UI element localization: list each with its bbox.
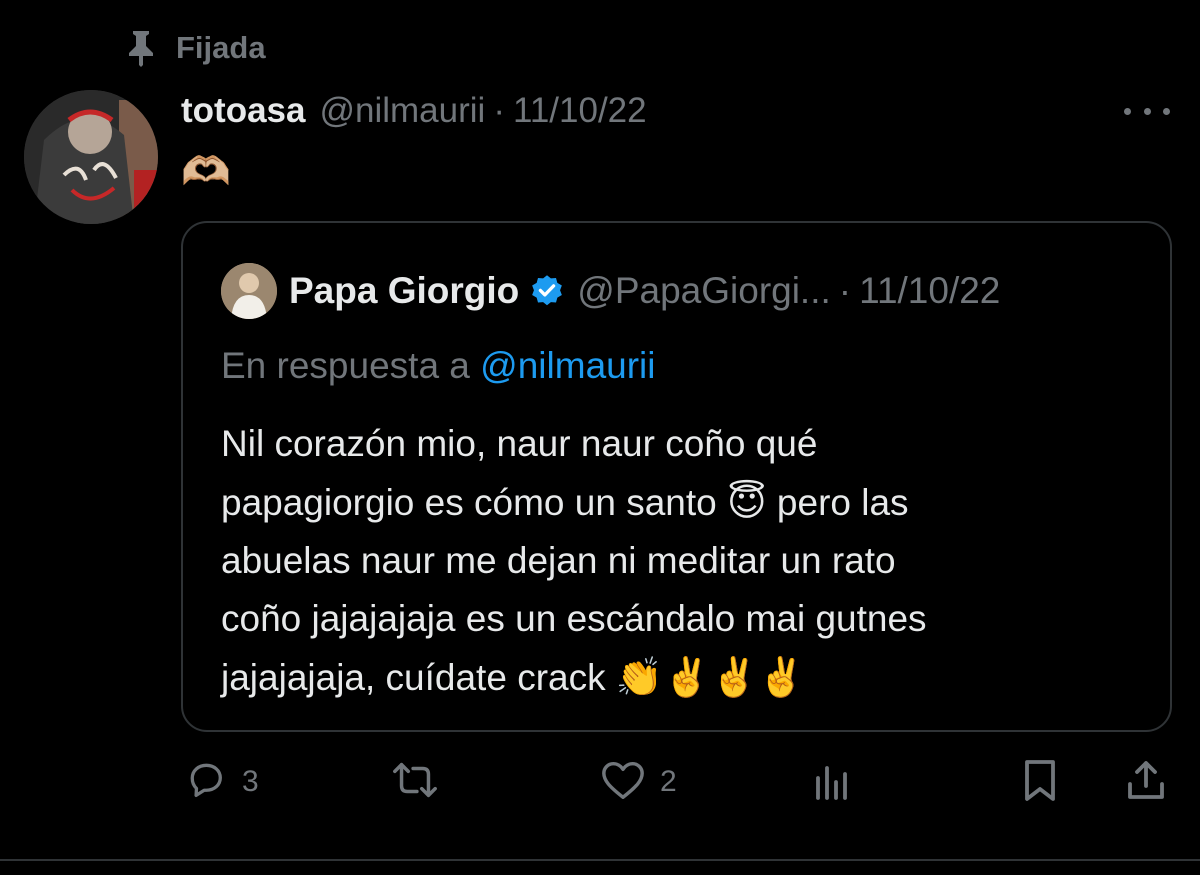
views-icon (810, 758, 854, 807)
quoted-text-line: coño jajajajaja es un escándalo mai gutn… (221, 598, 927, 639)
bottom-divider (0, 859, 1200, 861)
quoted-tweet-date[interactable]: 11/10/22 (859, 270, 1000, 312)
action-bar: 3 2 (0, 756, 1200, 808)
retweet-button[interactable] (390, 756, 440, 808)
quoted-author-handle[interactable]: @PapaGiorgi... (577, 270, 831, 312)
bookmark-button[interactable] (1020, 756, 1060, 808)
quoted-text-line: Nil corazón mio, naur naur coño qué (221, 423, 818, 464)
author-handle[interactable]: @nilmaurii (319, 91, 485, 131)
like-count: 2 (660, 765, 677, 798)
reply-button[interactable]: 3 (184, 756, 259, 808)
tweet-header: totoasa @nilmaurii · 11/10/22 (181, 88, 647, 134)
pinned-indicator: Fijada (124, 28, 266, 68)
separator-dot: · (493, 91, 505, 130)
share-icon (1124, 758, 1168, 807)
bookmark-icon (1020, 758, 1060, 807)
share-button[interactable] (1124, 756, 1168, 808)
quoted-tweet-header: Papa Giorgio @PapaGiorgi... · 11/10/22 (221, 263, 1000, 319)
quoted-tweet-text: Nil corazón mio, naur naur coño qué papa… (221, 415, 1151, 707)
quoted-text-segment: jajajajaja, cuídate crack (221, 657, 606, 698)
halo-emoji: 😇 (727, 480, 767, 524)
like-button[interactable]: 2 (600, 756, 677, 808)
separator-dot: · (838, 270, 852, 311)
pinned-label: Fijada (176, 30, 266, 65)
reply-mention-link[interactable]: @nilmaurii (480, 345, 655, 386)
views-button[interactable] (810, 756, 854, 808)
pinned-tweet[interactable]: Fijada totoasa @nilmaurii · 11/10/22 🫶🏼 (0, 0, 1200, 875)
retweet-icon (390, 758, 440, 807)
clap-peace-emojis: 👏✌️✌️✌️ (615, 655, 806, 699)
quoted-text-segment: pero las (776, 482, 909, 523)
tweet-text: 🫶🏼 (181, 149, 231, 195)
pin-icon (124, 29, 158, 67)
avatar[interactable] (24, 90, 158, 224)
quoted-avatar[interactable] (221, 263, 277, 319)
quoted-tweet-card[interactable]: Papa Giorgio @PapaGiorgi... · 11/10/22 E… (181, 221, 1172, 732)
reply-count: 3 (242, 765, 259, 798)
reply-prefix: En respuesta a (221, 345, 470, 386)
reply-icon (184, 758, 228, 807)
reply-context: En respuesta a @nilmaurii (221, 345, 656, 387)
verified-badge-icon (529, 273, 565, 309)
quoted-author-display-name[interactable]: Papa Giorgio (289, 270, 519, 312)
quoted-text-line: jajajajaja, cuídate crack 👏✌️✌️✌️ (221, 648, 1151, 707)
quoted-text-segment: papagiorgio es cómo un santo (221, 482, 717, 523)
quoted-text-line: papagiorgio es cómo un santo 😇 pero las (221, 473, 1151, 532)
more-icon[interactable] (1124, 96, 1170, 126)
heart-icon (600, 758, 646, 807)
quoted-text-line: abuelas naur me dejan ni meditar un rato (221, 540, 896, 581)
author-display-name[interactable]: totoasa (181, 91, 305, 131)
tweet-date[interactable]: 11/10/22 (513, 91, 647, 131)
